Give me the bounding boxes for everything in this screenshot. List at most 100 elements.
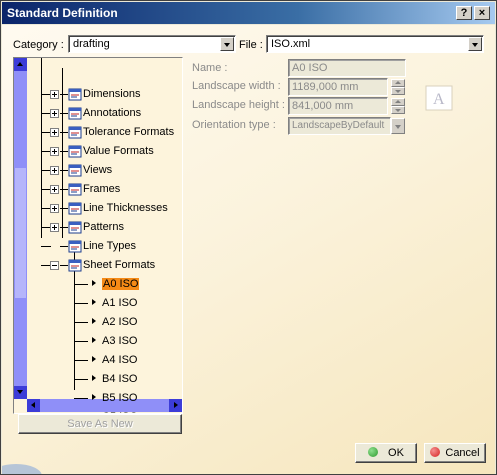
tree-item-label: Value Formats (83, 145, 154, 157)
spin-up-icon[interactable] (391, 79, 405, 87)
sheet-format-label: A4 ISO (102, 354, 138, 366)
tree-item-label: Dimensions (83, 88, 141, 100)
sheet-format-item[interactable]: A3 ISO (14, 333, 174, 349)
tree-item[interactable]: Value Formats (14, 143, 174, 159)
title-bar[interactable]: Standard Definition ? × (2, 2, 495, 24)
sheet-format-item[interactable]: B5 ISO (14, 390, 174, 406)
tree-connector (74, 303, 88, 304)
landscape-height-label: Landscape height : (192, 99, 285, 111)
file-value: ISO.xml (271, 38, 311, 50)
tree-connector (74, 379, 88, 380)
tree-item[interactable]: Annotations (14, 105, 174, 121)
tree-connector (60, 265, 68, 266)
standard-definition-dialog: Standard Definition ? × Category : draft… (0, 0, 497, 475)
help-button[interactable]: ? (456, 6, 472, 20)
tree-item[interactable]: Dimensions (14, 86, 174, 102)
file-label: File : (239, 39, 263, 51)
category-dropdown[interactable]: drafting (68, 35, 236, 53)
caret-right-icon (92, 394, 96, 400)
standards-tree[interactable]: Dimensions Annotations Tolerance Formats Va… (13, 57, 183, 414)
tree-item[interactable]: Frames (14, 181, 174, 197)
caret-right-icon (92, 375, 96, 381)
tree-item-label: Annotations (83, 107, 142, 119)
tree-item-label: Line Types (83, 240, 137, 252)
expand-icon[interactable] (50, 128, 59, 137)
tree-item[interactable]: Line Thicknesses (14, 200, 174, 216)
sheet-format-label: B4 ISO (102, 373, 138, 385)
tree-connector (41, 246, 51, 247)
sheet-format-item[interactable]: A4 ISO (14, 352, 174, 368)
tree-connector (74, 360, 88, 361)
spin-down-icon[interactable] (391, 106, 405, 114)
tree-connector (74, 284, 88, 285)
sheet-format-item[interactable]: A0 ISO (14, 276, 174, 292)
category-label: Category : (13, 39, 64, 51)
tree-connector (60, 246, 68, 247)
standard-node-icon (68, 144, 82, 158)
standard-node-icon (68, 87, 82, 101)
chevron-down-icon[interactable] (468, 37, 482, 51)
caret-right-icon (92, 337, 96, 343)
landscape-height-field[interactable]: 841,000 mm (288, 97, 388, 115)
spin-up-icon[interactable] (391, 98, 405, 106)
save-as-new-button[interactable]: Save As New (18, 414, 182, 434)
ok-button[interactable]: OK (355, 443, 417, 463)
standard-node-icon (68, 182, 82, 196)
tree-connector (74, 341, 88, 342)
caret-right-icon (92, 356, 96, 362)
expand-icon[interactable] (50, 166, 59, 175)
spin-down-icon[interactable] (391, 87, 405, 95)
expand-icon[interactable] (50, 109, 59, 118)
tree-item[interactable]: Patterns (14, 219, 174, 235)
expand-icon[interactable] (50, 147, 59, 156)
caret-right-icon (92, 299, 96, 305)
tree-item-label: Line Thicknesses (83, 202, 168, 214)
collapse-icon[interactable] (50, 261, 59, 270)
name-field[interactable]: A0 ISO (288, 59, 406, 77)
name-label: Name : (192, 62, 228, 74)
standard-node-icon (68, 125, 82, 139)
chevron-down-icon[interactable] (391, 118, 405, 134)
expand-icon[interactable] (50, 185, 59, 194)
ok-label: OK (388, 447, 404, 459)
tree-item-label: Tolerance Formats (83, 126, 175, 138)
file-dropdown[interactable]: ISO.xml (266, 35, 484, 53)
expand-icon[interactable] (50, 204, 59, 213)
standard-node-icon (68, 106, 82, 120)
tree-connector (74, 398, 88, 399)
orientation-type-dropdown[interactable]: LandscapeByDefault (288, 117, 391, 135)
tree-item[interactable]: Line Types (14, 238, 174, 254)
sheet-format-item[interactable]: A2 ISO (14, 314, 174, 330)
cancel-label: Cancel (445, 447, 480, 459)
tree-connector (60, 132, 68, 133)
tree-item[interactable]: Sheet Formats (14, 257, 174, 273)
sheet-format-item[interactable]: A1 ISO (14, 295, 174, 311)
tree-item[interactable]: Tolerance Formats (14, 124, 174, 140)
tree-connector (60, 227, 68, 228)
tree-connector (60, 151, 68, 152)
standard-node-icon (68, 163, 82, 177)
sheet-format-label: B5 ISO (102, 392, 138, 404)
tree-connector (74, 322, 88, 323)
cancel-button[interactable]: Cancel (424, 443, 486, 463)
tree-connector (60, 189, 68, 190)
sheet-format-item[interactable]: B4 ISO (14, 371, 174, 387)
standard-node-icon (68, 220, 82, 234)
tree-item[interactable]: Views (14, 162, 174, 178)
caret-right-icon (92, 280, 96, 286)
cancel-icon (430, 447, 441, 457)
standard-node-icon (68, 239, 82, 253)
close-button[interactable]: × (474, 6, 490, 20)
expand-icon[interactable] (50, 223, 59, 232)
expand-icon[interactable] (50, 90, 59, 99)
chevron-down-icon[interactable] (220, 37, 234, 51)
tree-connector (60, 113, 68, 114)
landscape-height-spinner[interactable] (391, 98, 405, 114)
category-value: drafting (73, 38, 110, 50)
landscape-width-field[interactable]: 1189,000 mm (288, 78, 388, 96)
landscape-width-spinner[interactable] (391, 79, 405, 95)
window-title: Standard Definition (7, 6, 118, 20)
sheet-format-label: A0 ISO (102, 278, 140, 290)
caret-right-icon (92, 318, 96, 324)
scroll-up-icon[interactable] (14, 58, 27, 71)
